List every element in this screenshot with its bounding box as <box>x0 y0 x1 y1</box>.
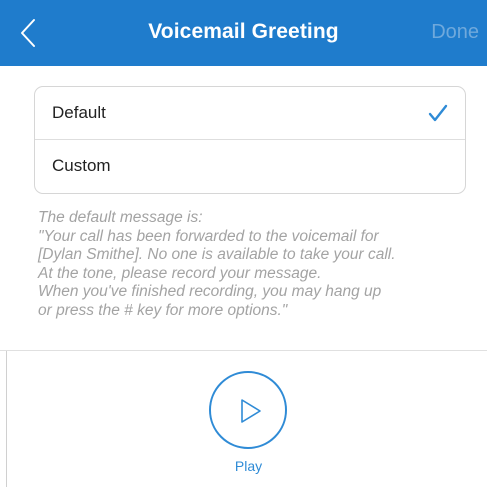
checkmark-icon <box>428 104 448 122</box>
divider <box>0 350 487 351</box>
play-label[interactable]: Play <box>0 458 487 474</box>
option-label: Custom <box>52 156 111 175</box>
greeting-options-list: Default Custom <box>34 86 466 194</box>
default-message-description: The default message is: "Your call has b… <box>38 209 468 321</box>
play-icon <box>241 399 261 423</box>
option-label: Default <box>52 103 106 122</box>
option-custom[interactable]: Custom <box>35 139 465 192</box>
option-default[interactable]: Default <box>35 87 465 139</box>
voicemail-greeting-screen: Voicemail Greeting Done Default Custom T… <box>0 0 487 487</box>
navigation-bar: Voicemail Greeting Done <box>0 0 487 66</box>
description-line: When you've finished recording, you may … <box>38 283 382 301</box>
done-button[interactable]: Done <box>431 21 479 44</box>
description-line: [Dylan Smithe]. No one is available to t… <box>38 246 396 264</box>
description-line: At the tone, please record your message. <box>38 264 322 282</box>
play-button[interactable] <box>209 371 287 449</box>
description-line: The default message is: <box>38 209 203 226</box>
description-line: or press the # key for more options." <box>38 301 288 319</box>
page-title: Voicemail Greeting <box>148 20 339 43</box>
description-line: "Your call has been forwarded to the voi… <box>38 227 379 245</box>
